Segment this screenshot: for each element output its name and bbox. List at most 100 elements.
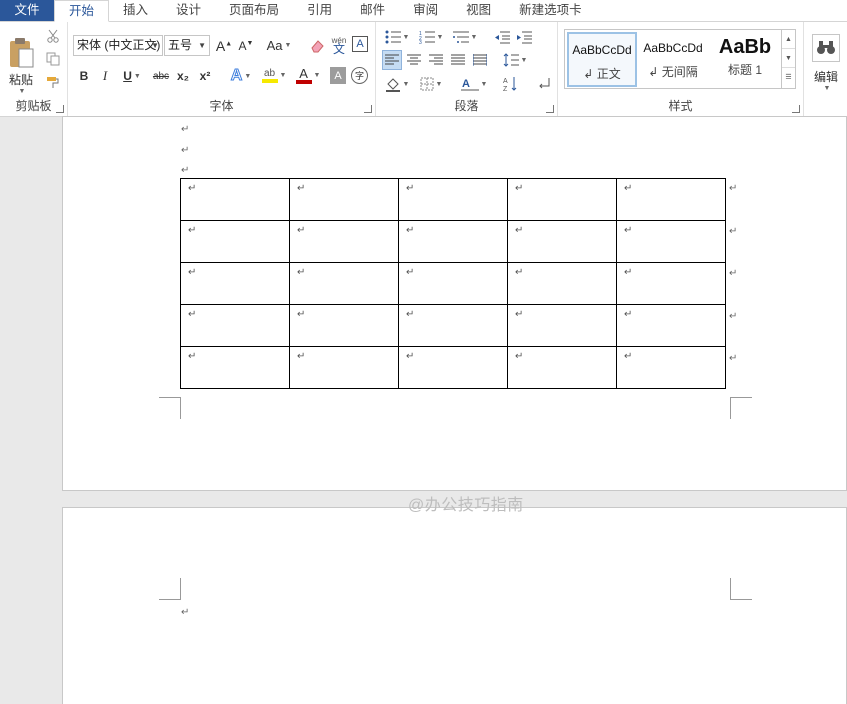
table-cell[interactable]: ↵ bbox=[398, 346, 508, 389]
table-cell[interactable]: ↵ bbox=[507, 178, 617, 221]
font-name-select[interactable]: 宋体 (中文正文) ▼ bbox=[73, 35, 163, 56]
copy-button[interactable] bbox=[44, 50, 62, 68]
multilevel-list-button[interactable]: ▼ bbox=[450, 28, 480, 46]
table-cell[interactable]: ↵ bbox=[180, 220, 290, 263]
decrease-indent-button[interactable] bbox=[492, 28, 512, 46]
justify-button[interactable] bbox=[448, 50, 468, 70]
table-cell[interactable]: ↵ bbox=[507, 346, 617, 389]
table-cell[interactable]: ↵ bbox=[616, 178, 726, 221]
text-effects-button[interactable]: A ▼ bbox=[226, 66, 256, 86]
strikethrough-button[interactable]: abc bbox=[150, 67, 172, 85]
character-shading-button[interactable]: A bbox=[330, 67, 346, 84]
shading-button[interactable]: ▼ bbox=[382, 74, 412, 94]
style-item-no-spacing[interactable]: AaBbCcDd ↲ 无间隔 bbox=[638, 32, 708, 87]
tab-6[interactable]: 邮件 bbox=[346, 0, 399, 21]
character-border-button[interactable]: A bbox=[352, 36, 368, 52]
table-cell[interactable]: ↵ bbox=[180, 262, 290, 305]
style-item-normal[interactable]: AaBbCcDd ↲ 正文 bbox=[567, 32, 637, 87]
italic-button[interactable]: I bbox=[97, 67, 113, 85]
table-cell[interactable]: ↵ bbox=[616, 220, 726, 263]
style-item-heading-1[interactable]: AaBb 标题 1 bbox=[709, 32, 781, 87]
tab-8[interactable]: 视图 bbox=[452, 0, 505, 21]
bold-button[interactable]: B bbox=[76, 67, 92, 85]
table-cell[interactable]: ↵ bbox=[180, 346, 290, 389]
shrink-font-button[interactable]: A▼ bbox=[236, 35, 256, 56]
line-spacing-button[interactable]: ▼ bbox=[500, 50, 530, 70]
clipboard-dialog-launcher[interactable] bbox=[56, 105, 64, 113]
asian-layout-button[interactable]: A ▼ bbox=[458, 74, 490, 94]
grow-font-icon: A▲ bbox=[215, 37, 233, 54]
increase-indent-button[interactable] bbox=[514, 28, 534, 46]
gallery-more-icon[interactable]: ☰ bbox=[782, 68, 795, 87]
change-case-button[interactable]: Aa ▼ bbox=[262, 35, 296, 56]
paragraph-dialog-launcher[interactable] bbox=[546, 105, 554, 113]
gallery-scroll-up-icon[interactable]: ▲ bbox=[782, 30, 795, 49]
tab-0[interactable]: 文件 bbox=[0, 0, 54, 21]
table-cell[interactable]: ↵ bbox=[616, 304, 726, 347]
show-hide-marks-button[interactable] bbox=[534, 74, 554, 94]
page-1[interactable]: ↵ ↵ ↵ ↵ ↵ ↵ ↵ ↵ ↵ ↵ ↵ ↵ ↵ ↵ ↵ ↵ ↵ ↵ ↵ ↵ ↵ ↵ ↵ ↵ ↵ ↵ ↵ ↵ ↵ ↵ ↵ ↵ ↵ bbox=[62, 116, 847, 491]
font-dialog-launcher[interactable] bbox=[364, 105, 372, 113]
table-cell[interactable]: ↵ bbox=[616, 346, 726, 389]
styles-dialog-launcher[interactable] bbox=[792, 105, 800, 113]
table-cell[interactable]: ↵ bbox=[289, 178, 399, 221]
paint-bucket-icon bbox=[385, 78, 400, 92]
table-row: ↵ ↵ ↵ ↵ ↵ bbox=[180, 304, 726, 347]
phonetic-guide-button[interactable]: wén 文 bbox=[330, 33, 348, 56]
sort-button[interactable]: AZ bbox=[500, 74, 520, 94]
table-cell[interactable]: ↵ bbox=[180, 178, 290, 221]
table-cell[interactable]: ↵ bbox=[507, 220, 617, 263]
format-painter-button[interactable] bbox=[44, 73, 62, 91]
font-color-button[interactable]: A ▼ bbox=[293, 65, 323, 86]
tab-5[interactable]: 引用 bbox=[293, 0, 346, 21]
table-cell[interactable]: ↵ bbox=[398, 304, 508, 347]
tab-2[interactable]: 插入 bbox=[109, 0, 162, 21]
distributed-button[interactable] bbox=[470, 50, 490, 70]
paragraph-mark: ↵ bbox=[729, 310, 738, 322]
tab-3[interactable]: 设计 bbox=[162, 0, 215, 21]
editing-button[interactable]: 编辑 ▼ bbox=[810, 28, 842, 98]
table-cell[interactable]: ↵ bbox=[180, 304, 290, 347]
font-color-swatch bbox=[295, 80, 312, 84]
table-cell[interactable]: ↵ bbox=[289, 346, 399, 389]
underline-button[interactable]: U ▼ bbox=[118, 67, 146, 85]
text-effects-icon: A bbox=[230, 67, 243, 85]
align-center-button[interactable] bbox=[404, 50, 424, 70]
cut-button[interactable] bbox=[44, 27, 62, 45]
table-cell[interactable]: ↵ bbox=[289, 304, 399, 347]
table-cell[interactable]: ↵ bbox=[289, 220, 399, 263]
tab-1[interactable]: 开始 bbox=[54, 0, 110, 22]
paste-button[interactable]: 粘贴 ▼ bbox=[4, 28, 38, 104]
font-size-select[interactable]: 五号 ▼ bbox=[164, 35, 210, 56]
align-left-button[interactable] bbox=[382, 50, 402, 70]
table-cell[interactable]: ↵ bbox=[398, 262, 508, 305]
highlight-color-button[interactable]: ab ▼ bbox=[259, 65, 289, 86]
gallery-scroll-down-icon[interactable]: ▼ bbox=[782, 49, 795, 68]
strikethrough-label: abc bbox=[152, 70, 170, 82]
enclose-characters-button[interactable]: 字 bbox=[351, 67, 368, 84]
table-cell[interactable]: ↵ bbox=[398, 178, 508, 221]
page-2[interactable]: ↵ bbox=[62, 507, 847, 704]
highlight-color-swatch bbox=[261, 79, 278, 83]
borders-button[interactable]: ▼ bbox=[416, 74, 446, 94]
table-cell[interactable]: ↵ bbox=[507, 304, 617, 347]
grow-font-button[interactable]: A▲ bbox=[214, 35, 234, 56]
paste-dropdown-arrow[interactable]: ▼ bbox=[19, 88, 26, 95]
document-area[interactable]: ↵ ↵ ↵ ↵ ↵ ↵ ↵ ↵ ↵ ↵ ↵ ↵ ↵ ↵ ↵ ↵ ↵ ↵ ↵ ↵ ↵ ↵ ↵ ↵ ↵ ↵ ↵ ↵ ↵ ↵ ↵ ↵ ↵ ↵ bbox=[0, 116, 847, 704]
table-cell[interactable]: ↵ bbox=[616, 262, 726, 305]
clear-formatting-button[interactable] bbox=[308, 35, 326, 56]
table-cell[interactable]: ↵ bbox=[507, 262, 617, 305]
superscript-button[interactable]: x² bbox=[196, 67, 214, 85]
subscript-button[interactable]: x₂ bbox=[174, 67, 192, 85]
tab-7[interactable]: 审阅 bbox=[399, 0, 452, 21]
ribbon-tab-bar: 文件 开始 插入 设计 页面布局 引用 邮件 审阅 视图 新建选项卡 bbox=[0, 0, 847, 22]
table-cell[interactable]: ↵ bbox=[398, 220, 508, 263]
numbering-button[interactable]: 1 2 3 ▼ bbox=[416, 28, 446, 46]
tab-4[interactable]: 页面布局 bbox=[215, 0, 293, 21]
tab-9[interactable]: 新建选项卡 bbox=[505, 0, 596, 21]
document-table[interactable]: ↵ ↵ ↵ ↵ ↵ ↵ ↵ ↵ ↵ ↵ ↵ ↵ ↵ ↵ ↵ ↵ ↵ ↵ ↵ ↵ ↵ ↵ ↵ ↵ ↵ bbox=[180, 178, 726, 389]
bullets-button[interactable]: ▼ bbox=[382, 28, 412, 46]
svg-text:Z: Z bbox=[503, 86, 508, 92]
table-cell[interactable]: ↵ bbox=[289, 262, 399, 305]
align-right-button[interactable] bbox=[426, 50, 446, 70]
